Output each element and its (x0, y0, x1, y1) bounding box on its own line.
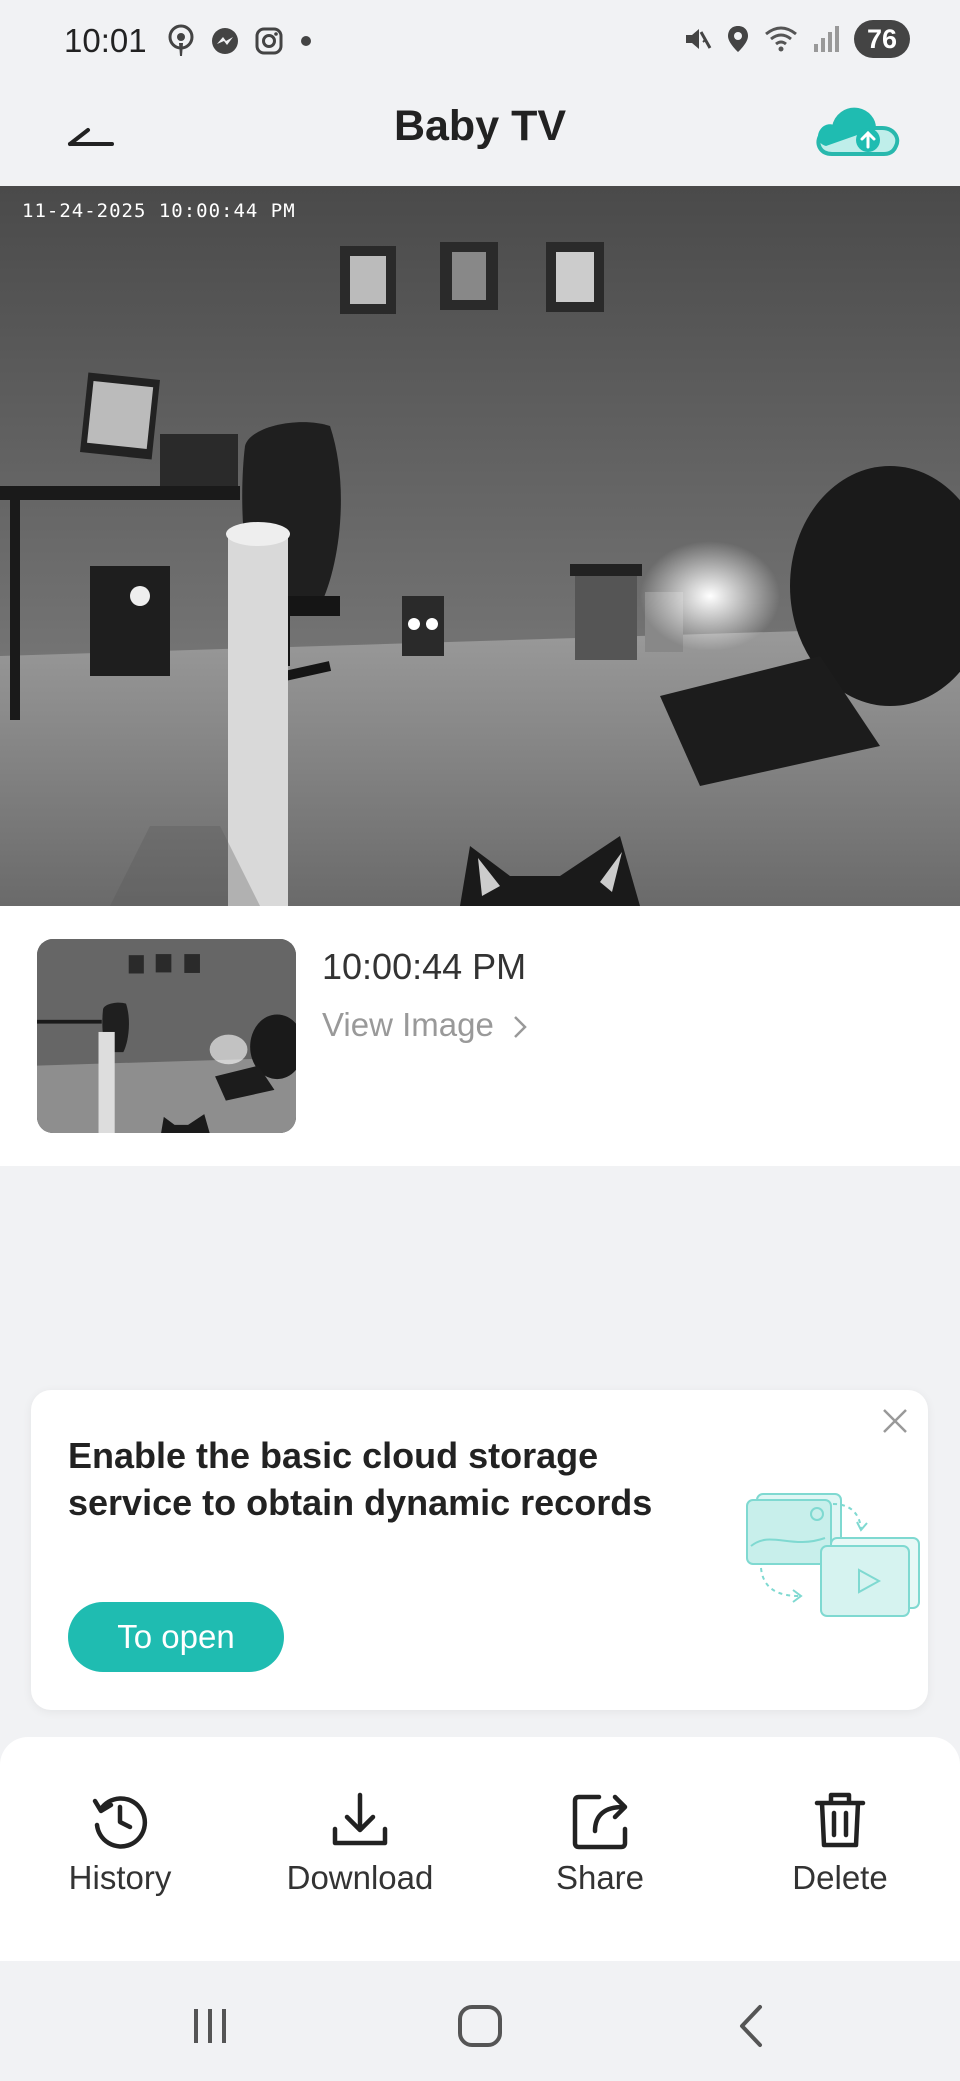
record-item[interactable]: 10:00:44 PM View Image (0, 906, 960, 1166)
download-label: Download (286, 1859, 434, 1896)
wifi-icon (765, 26, 797, 52)
messenger-icon (212, 28, 238, 54)
cloud-video-illustration (746, 1493, 920, 1617)
camera-timestamp: 11-24-2025 10:00:44 PM (22, 200, 296, 222)
podcast-icon (168, 24, 194, 56)
view-image-link[interactable]: View Image (322, 1006, 529, 1044)
download-button[interactable]: Download (260, 1789, 460, 1897)
status-time: 10:01 (64, 22, 147, 59)
history-icon (92, 1796, 148, 1849)
signal-icon (814, 26, 839, 52)
record-time: 10:00:44 PM (322, 946, 527, 987)
to-open-button[interactable]: To open (68, 1602, 284, 1672)
location-icon (728, 26, 748, 52)
download-icon (332, 1792, 388, 1846)
record-thumbnail[interactable] (37, 939, 296, 1133)
mute-icon (686, 29, 712, 49)
thumbnail-image (37, 939, 296, 1133)
instagram-icon (255, 27, 283, 55)
share-label: Share (555, 1859, 645, 1896)
bottom-toolbar: History Download Share Delete (0, 1737, 960, 1961)
recent-apps-icon[interactable] (180, 2001, 240, 2051)
history-button[interactable]: History (20, 1789, 220, 1897)
delete-label: Delete (792, 1859, 888, 1896)
camera-snapshot[interactable]: 11-24-2025 10:00:44 PM (0, 186, 960, 906)
app-header: Baby TV (0, 86, 960, 186)
delete-button[interactable]: Delete (740, 1789, 940, 1897)
chevron-right-icon (514, 1016, 527, 1039)
home-icon[interactable] (450, 2001, 510, 2051)
status-bar: 10:01 76 (0, 0, 960, 86)
cloud-upload-icon[interactable] (812, 96, 904, 166)
promo-message: Enable the basic cloud storage service t… (68, 1435, 653, 1523)
system-nav-bar (0, 1961, 960, 2081)
view-image-label: View Image (322, 1006, 494, 1043)
history-label: History (68, 1859, 172, 1896)
trash-icon (814, 1792, 866, 1848)
back-nav-icon[interactable] (720, 2001, 780, 2051)
cloud-storage-promo: Enable the basic cloud storage service t… (31, 1390, 928, 1710)
battery-indicator: 76 (854, 20, 910, 58)
share-button[interactable]: Share (500, 1789, 700, 1897)
share-icon (572, 1794, 628, 1850)
camera-scene (0, 186, 960, 906)
close-icon[interactable] (878, 1404, 912, 1438)
dot-icon (301, 36, 311, 46)
